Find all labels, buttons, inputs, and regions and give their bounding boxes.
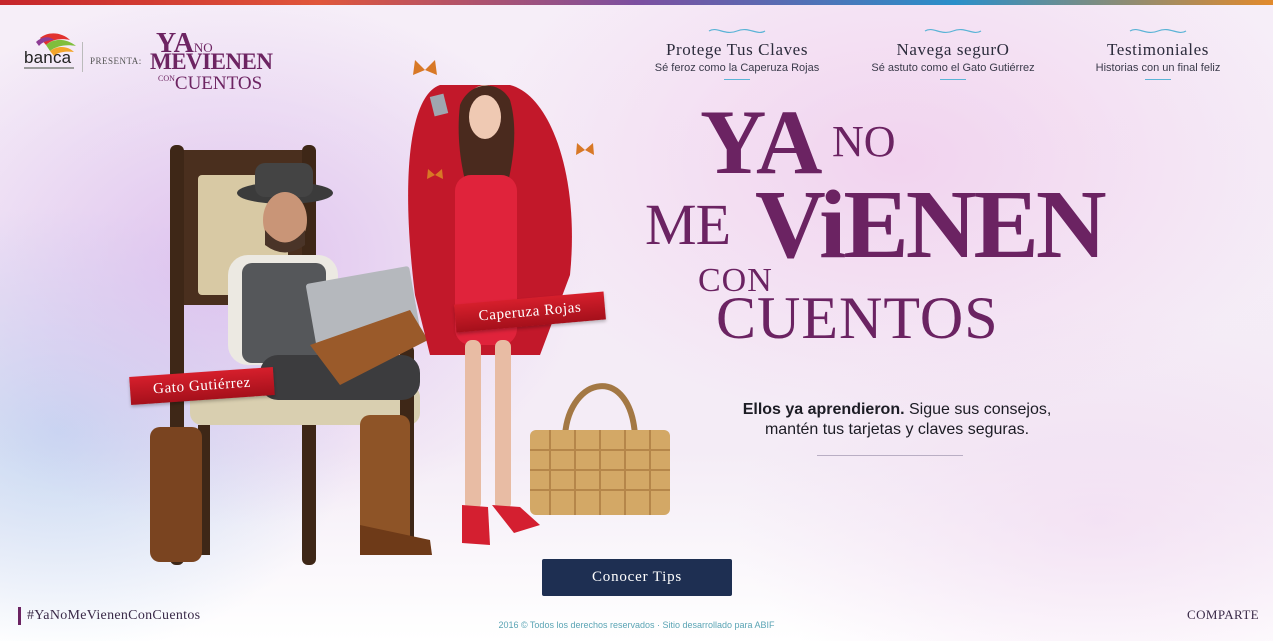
tagline-bold: Ellos ya aprendieron. xyxy=(742,401,905,418)
ornament-icon xyxy=(1129,28,1187,34)
tagline: Ellos ya aprendieron. Sigue sus consejos… xyxy=(712,400,1082,440)
hero-word-vienen: ViENEN xyxy=(755,171,1107,279)
hero-word-cuentos: CUENTOS xyxy=(716,285,999,351)
nav-underline xyxy=(724,79,750,80)
hero-word-no: NO xyxy=(832,117,896,166)
nav-navega-seguro[interactable]: Navega segurO Sé astuto como el Gato Gut… xyxy=(850,26,1056,80)
hero-title: YA NO ME ViENEN CON CUENTOS xyxy=(640,96,1140,366)
nav-underline xyxy=(940,79,966,80)
nav-testimoniales[interactable]: Testimoniales Historias con un final fel… xyxy=(1072,26,1244,80)
nav-underline xyxy=(1145,79,1171,80)
top-color-bar xyxy=(0,0,1273,5)
ornament-icon xyxy=(924,28,982,34)
tagline-divider xyxy=(817,455,963,456)
share-link[interactable]: COMPARTE xyxy=(1187,607,1259,623)
nav-subtitle: Sé astuto como el Gato Gutiérrez xyxy=(871,62,1035,74)
logo-divider xyxy=(82,42,83,72)
footer-copyright: 2016 © Todos los derechos reservados · S… xyxy=(498,620,775,630)
banca-logo-text: banca xyxy=(24,48,72,67)
tagline-rest: Sigue sus consejos, xyxy=(904,401,1052,418)
ornament-icon xyxy=(708,28,766,34)
nav-subtitle: Historias con un final feliz xyxy=(1095,62,1221,74)
conocer-tips-button[interactable]: Conocer Tips xyxy=(542,559,732,596)
hero-word-me: ME xyxy=(645,192,731,257)
nav-title: Testimoniales xyxy=(1107,40,1209,59)
picnic-basket-icon xyxy=(530,383,670,515)
tagline-line2: mantén tus tarjetas y claves seguras. xyxy=(764,421,1030,438)
nav-title: Navega segurO xyxy=(896,40,1010,59)
logo-underline xyxy=(24,67,74,69)
